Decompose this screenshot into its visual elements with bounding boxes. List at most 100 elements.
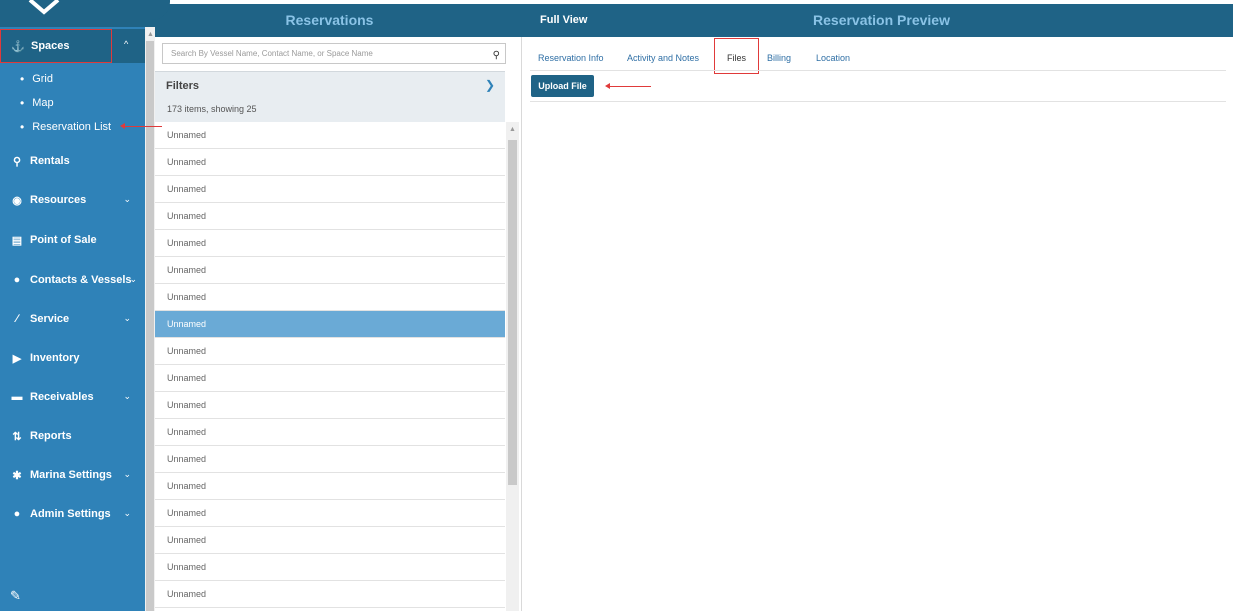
sidebar-subitem-reservation-list[interactable]: • Reservation List (20, 117, 111, 137)
sidebar-item-spaces[interactable]: ⚓ Spaces (0, 29, 112, 63)
reservations-panel: Search By Vessel Name, Contact Name, or … (155, 37, 521, 611)
search-placeholder: Search By Vessel Name, Contact Name, or … (171, 49, 373, 58)
chevron-up-icon[interactable]: ^ (124, 39, 128, 49)
list-item[interactable]: Unnamed (155, 446, 505, 473)
sidebar-item-marina-settings[interactable]: ✱ Marina Settings ⌄ (0, 459, 145, 491)
list-item[interactable]: Unnamed (155, 500, 505, 527)
sidebar-item-rentals[interactable]: ⚲ Rentals (0, 145, 145, 177)
chevron-down-icon: ⌄ (129, 274, 137, 284)
sidebar-item-receivables[interactable]: ▬ Receivables ⌄ (0, 381, 145, 413)
list-item[interactable]: Unnamed (155, 554, 505, 581)
sort-icon: ⇅ (12, 430, 22, 443)
sidebar-subitem-label: Map (32, 97, 54, 109)
tag-icon: ▶ (12, 352, 22, 365)
list-item[interactable]: Unnamed (155, 122, 505, 149)
tab-reservation-info[interactable]: Reservation Info (538, 40, 604, 70)
sidebar-item-label: Resources (30, 194, 87, 206)
sidebar-subitem-label: Reservation List (32, 121, 112, 133)
list-item[interactable]: Unnamed (155, 230, 505, 257)
tool-icon: ∕ (16, 313, 18, 325)
card-icon: ▬ (11, 391, 23, 403)
tab-activity-and-notes[interactable]: Activity and Notes (627, 40, 699, 70)
tab-files[interactable]: Files (714, 38, 759, 74)
arrowhead-icon (605, 83, 610, 89)
sidebar-item-admin-settings[interactable]: ● Admin Settings ⌄ (0, 498, 145, 530)
user-icon: ● (13, 274, 21, 286)
list-item[interactable]: Unnamed (155, 392, 505, 419)
list-item[interactable]: Unnamed (155, 527, 505, 554)
sidebar-item-label: Receivables (30, 391, 94, 403)
sidebar-item-label: Rentals (30, 155, 70, 167)
gear-icon: ✱ (12, 469, 22, 482)
files-divider (530, 101, 1226, 102)
chevron-down-icon: ⌄ (123, 469, 131, 479)
logo[interactable] (0, 0, 170, 20)
annotation-arrow (605, 83, 651, 89)
arrowhead-icon (120, 123, 125, 129)
list-item[interactable]: Unnamed (155, 176, 505, 203)
tab-location[interactable]: Location (816, 40, 850, 70)
item-count: 173 items, showing 25 (155, 99, 505, 122)
list-scroll-thumb[interactable] (508, 140, 517, 485)
tab-billing[interactable]: Billing (767, 40, 791, 70)
wrench-icon: ⚲ (12, 155, 22, 168)
chevron-down-icon: ⌄ (123, 194, 131, 204)
list-item[interactable]: Unnamed (155, 581, 505, 608)
sidebar-item-label: Inventory (30, 352, 80, 364)
panel-divider (521, 37, 522, 611)
list-item[interactable]: Unnamed (155, 149, 505, 176)
edit-icon[interactable]: ✎ (10, 588, 21, 604)
list-item[interactable]: Unnamed (155, 419, 505, 446)
list-item[interactable]: Unnamed (155, 338, 505, 365)
users-icon: ● (13, 508, 21, 520)
sidebar-item-resources[interactable]: ◉ Resources ⌄ (0, 184, 145, 216)
sidebar-item-label: Spaces (31, 40, 70, 52)
sidebar: ⚓ Spaces ^ • Grid • Map • Reservation List … (0, 27, 145, 611)
sidebar-item-label: Admin Settings (30, 508, 111, 520)
reservation-list: Unnamed Unnamed Unnamed Unnamed Unnamed Unnam… (155, 122, 505, 611)
sidebar-item-label: Marina Settings (30, 469, 112, 481)
list-item[interactable]: Unnamed (155, 257, 505, 284)
tabs-underline (530, 70, 1226, 71)
chevron-down-icon[interactable]: ❯ (485, 78, 495, 92)
list-item[interactable]: Unnamed (155, 473, 505, 500)
sidebar-item-label: Service (30, 313, 70, 325)
chevron-down-icon: ⌄ (123, 391, 131, 401)
scroll-up-icon[interactable]: ▲ (509, 126, 516, 133)
sidebar-item-contacts-vessels[interactable]: ● Contacts & Vessels ⌄ (0, 264, 145, 296)
sidebar-item-label: Reports (30, 430, 72, 442)
reservations-title: Reservations (285, 12, 374, 28)
upload-file-button[interactable]: Upload File (531, 75, 594, 97)
list-item[interactable]: Unnamed (155, 311, 505, 338)
filters-toggle[interactable]: Filters ❯ (155, 71, 505, 99)
sidebar-item-label: Point of Sale (30, 234, 97, 246)
chevron-down-icon: ⌄ (123, 313, 131, 323)
logo-icon (28, 0, 60, 15)
list-item[interactable]: Unnamed (155, 284, 505, 311)
reservation-preview-title: Reservation Preview (813, 12, 950, 28)
scroll-up-icon[interactable]: ▲ (147, 31, 154, 38)
chevron-down-icon: ⌄ (123, 508, 131, 518)
sidebar-item-point-of-sale[interactable]: ▤ Point of Sale (0, 224, 145, 256)
sidebar-item-label: Contacts & Vessels (30, 274, 132, 286)
register-icon: ▤ (11, 234, 23, 247)
sidebar-scrollbar[interactable]: ▲ (145, 27, 155, 611)
sidebar-subitem-label: Grid (32, 73, 53, 85)
filters-label: Filters (166, 80, 200, 92)
boat-icon: ⚓ (11, 40, 25, 53)
list-item[interactable]: Unnamed (155, 203, 505, 230)
spaces-header-ext (112, 29, 145, 63)
compass-icon: ◉ (12, 194, 22, 207)
app-window: Reservations Reservation Preview Full Vi… (0, 0, 1233, 611)
sidebar-item-inventory[interactable]: ▶ Inventory (0, 342, 145, 374)
search-icon[interactable]: ⚲ (493, 46, 500, 65)
sidebar-item-service[interactable]: ∕ Service ⌄ (0, 303, 145, 335)
annotation-arrow (120, 123, 162, 129)
sidebar-subitem-map[interactable]: • Map (20, 93, 54, 113)
full-view-link[interactable]: Full View (540, 4, 587, 37)
sidebar-item-reports[interactable]: ⇅ Reports (0, 420, 145, 452)
sidebar-subitem-grid[interactable]: • Grid (20, 69, 53, 89)
list-item[interactable]: Unnamed (155, 365, 505, 392)
list-scrollbar[interactable]: ▲ (506, 122, 519, 611)
search-input[interactable]: Search By Vessel Name, Contact Name, or … (162, 43, 506, 64)
